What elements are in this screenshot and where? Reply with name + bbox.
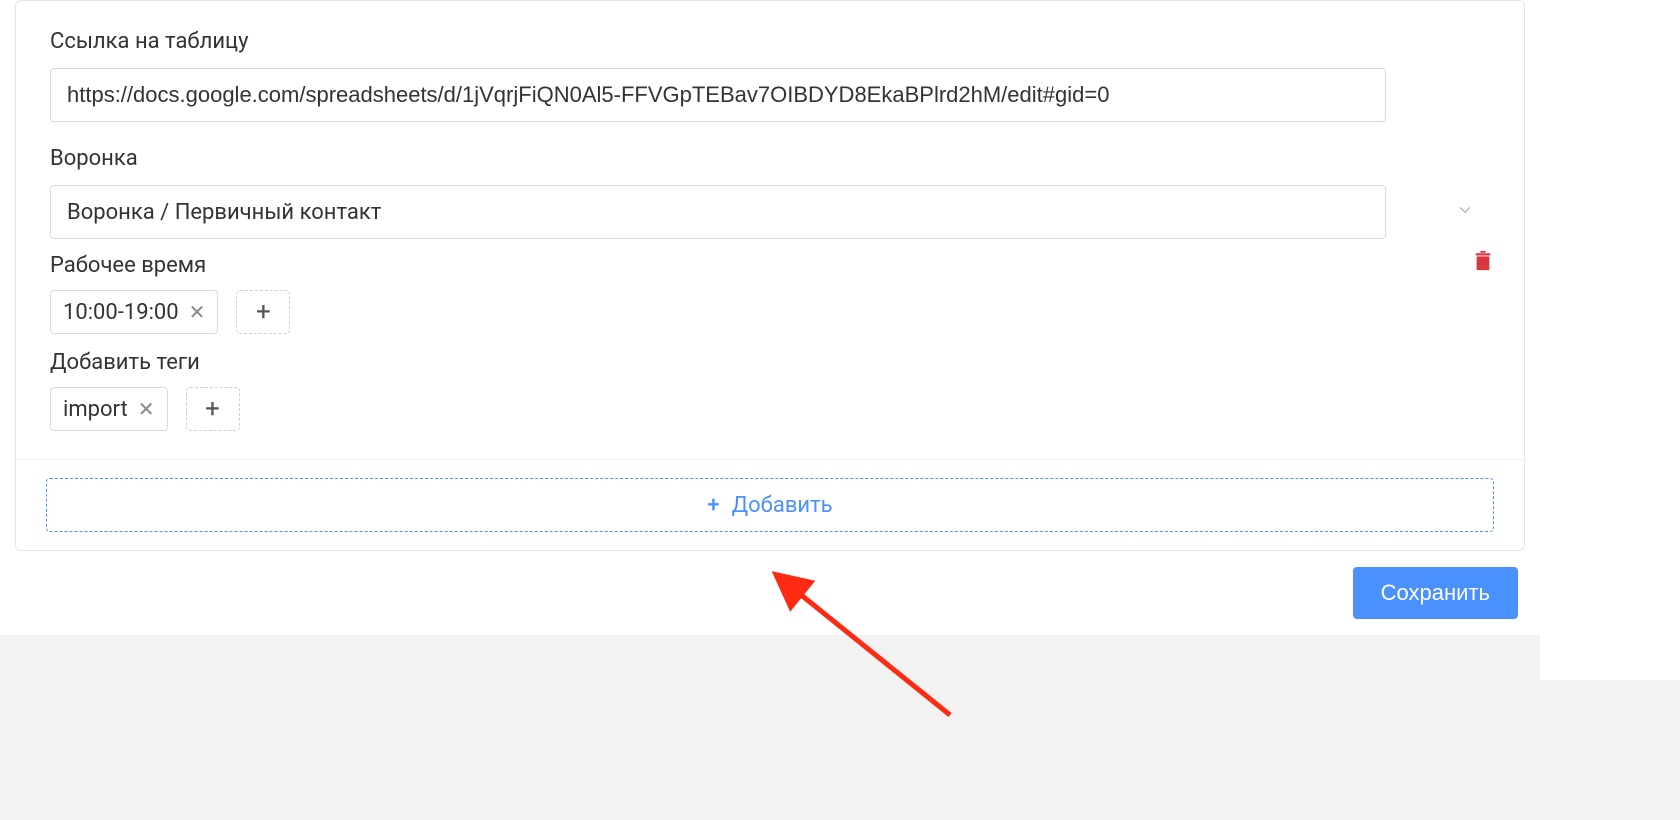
- add-work-hours-button[interactable]: +: [236, 290, 290, 334]
- tags-field: Добавить теги import ✕ +: [50, 350, 1490, 431]
- tag-chip-text: import: [63, 397, 128, 422]
- add-section-button[interactable]: + Добавить: [46, 478, 1494, 532]
- work-hours-field: Рабочее время 10:00-19:00 ✕ +: [50, 253, 1490, 334]
- save-button[interactable]: Сохранить: [1353, 567, 1518, 619]
- close-icon[interactable]: ✕: [138, 399, 155, 419]
- sheet-link-field: Ссылка на таблицу: [50, 29, 1490, 122]
- work-hours-label: Рабочее время: [50, 253, 1490, 278]
- card-footer: + Добавить: [16, 459, 1524, 550]
- save-button-label: Сохранить: [1381, 580, 1490, 605]
- sheet-link-label: Ссылка на таблицу: [50, 29, 1490, 54]
- add-tag-button[interactable]: +: [186, 387, 240, 431]
- plus-icon: +: [205, 394, 220, 424]
- card-body: Ссылка на таблицу Воронка Воронка / Перв…: [16, 1, 1524, 459]
- actions-row: Сохранить: [0, 551, 1540, 635]
- trash-icon: [1472, 258, 1494, 277]
- chevron-down-icon: [1456, 201, 1474, 223]
- work-hours-chip[interactable]: 10:00-19:00 ✕: [50, 290, 218, 334]
- funnel-select[interactable]: Воронка / Первичный контакт: [50, 185, 1386, 239]
- funnel-label: Воронка: [50, 146, 1490, 171]
- plus-icon: +: [707, 493, 719, 518]
- right-gutter: [1540, 0, 1680, 680]
- tags-label: Добавить теги: [50, 350, 1490, 375]
- page-container: Ссылка на таблицу Воронка Воронка / Перв…: [0, 0, 1540, 635]
- sheet-link-input[interactable]: [50, 68, 1386, 122]
- plus-icon: +: [256, 297, 271, 327]
- funnel-field: Воронка Воронка / Первичный контакт: [50, 146, 1490, 239]
- add-section-label: Добавить: [732, 493, 833, 518]
- close-icon[interactable]: ✕: [189, 302, 206, 322]
- tag-chip[interactable]: import ✕: [50, 387, 168, 431]
- funnel-selected-value: Воронка / Первичный контакт: [67, 200, 381, 225]
- settings-card: Ссылка на таблицу Воронка Воронка / Перв…: [15, 0, 1525, 551]
- work-hours-chip-text: 10:00-19:00: [63, 300, 179, 325]
- delete-button[interactable]: [1472, 249, 1494, 277]
